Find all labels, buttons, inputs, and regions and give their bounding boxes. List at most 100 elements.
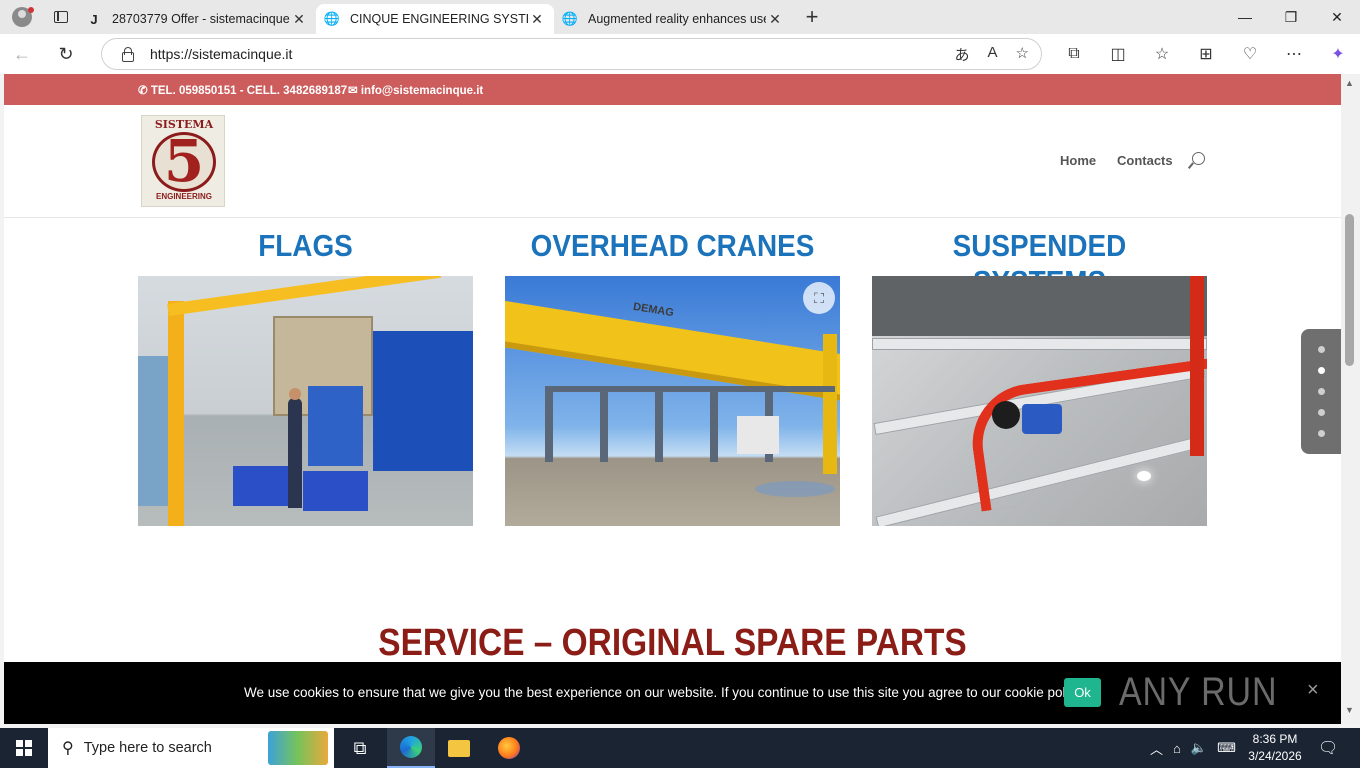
tab-offer[interactable]: J 28703779 Offer - sistemacinque-it ✕ [78, 4, 316, 34]
tab-augmented-reality[interactable]: 🌐 Augmented reality enhances user ✕ [554, 4, 792, 34]
phone-text: TEL. 059850151 - CELL. 3482689187 [150, 85, 348, 97]
nav-contacts[interactable]: Contacts [1117, 153, 1173, 168]
url-text[interactable]: https://sistemacinque.it [150, 46, 292, 62]
profile-avatar[interactable] [0, 0, 44, 34]
extensions-icon[interactable]: ⧉ [1052, 45, 1096, 63]
scroll-down-arrow[interactable]: ▼ [1345, 705, 1354, 715]
clock-time: 8:36 PM [1252, 732, 1298, 746]
network-icon[interactable]: ⌂ [1173, 741, 1181, 756]
taskbar-search[interactable]: ⚲ Type here to search [48, 728, 334, 768]
logo-number: 5 [163, 127, 205, 195]
split-screen-icon[interactable]: ◫ [1096, 44, 1140, 64]
email-info[interactable]: ✉ info@sistemacinque.it [348, 83, 483, 97]
edge-taskbar-icon[interactable] [387, 728, 435, 768]
photo-worker [288, 398, 302, 508]
cookie-banner: We use cookies to ensure that we give yo… [4, 662, 1341, 724]
windows-logo-icon [16, 740, 32, 756]
flags-photo[interactable] [138, 276, 473, 526]
photo-puddle [755, 481, 835, 497]
keyboard-icon[interactable]: ⌨ [1217, 740, 1236, 756]
photo-frame-post [545, 392, 553, 462]
suspended-systems-photo[interactable] [872, 276, 1207, 526]
photo-lamp [1137, 471, 1151, 481]
translate-icon[interactable]: あ [955, 44, 970, 65]
tab-favicon: J [90, 11, 98, 27]
refresh-button[interactable]: ↻ [44, 34, 88, 74]
photo-motor [992, 401, 1020, 429]
image-zoom-icon[interactable]: ⛶ [803, 282, 835, 314]
task-view-icon[interactable]: ⧉ [336, 728, 384, 768]
close-window-button[interactable]: ✕ [1314, 0, 1360, 34]
new-tab-button[interactable]: + [792, 4, 832, 30]
cookie-close-button[interactable]: × [1307, 679, 1319, 702]
email-text[interactable]: info@sistemacinque.it [361, 85, 483, 97]
photo-frame-post [600, 392, 608, 462]
system-tray: ︿ ⌂ 🔈 ⌨ [1150, 728, 1236, 768]
back-button[interactable]: ← [0, 34, 44, 74]
tab-actions-button[interactable] [44, 0, 78, 34]
minimize-button[interactable]: — [1222, 0, 1268, 34]
taskbar-search-placeholder: Type here to search [83, 740, 212, 756]
taskbar-clock[interactable]: 8:36 PM 3/24/2026 [1244, 731, 1306, 765]
service-heading: SERVICE – ORIGINAL SPARE PARTS [378, 622, 967, 664]
scrollbar-thumb[interactable] [1345, 214, 1354, 366]
photo-red-post [1190, 276, 1204, 456]
search-icon: ⚲ [62, 740, 74, 757]
photo-frame-post [655, 392, 663, 462]
page-scrollbar[interactable]: ▲ ▼ [1341, 74, 1360, 724]
tab-title: 28703779 Offer - sistemacinque-it [112, 12, 290, 26]
volume-icon[interactable]: 🔈 [1191, 740, 1207, 756]
search-icon[interactable] [1188, 152, 1206, 170]
photo-cart [233, 466, 293, 506]
file-explorer-icon[interactable] [435, 728, 483, 768]
anyrun-watermark: ANY RUN [1119, 670, 1278, 714]
slider-dot[interactable] [1318, 430, 1325, 437]
beam-brand-text: DEMAG [632, 300, 675, 320]
notification-dot [28, 7, 34, 13]
copilot-icon[interactable]: ✦ [1316, 44, 1360, 64]
photo-blue-wall [373, 331, 473, 471]
browser-tab-bar: J 28703779 Offer - sistemacinque-it ✕ 🌐 … [0, 0, 1360, 34]
more-menu-icon[interactable]: ⋯ [1272, 44, 1316, 64]
collections-icon[interactable]: ⊞ [1184, 44, 1228, 64]
search-highlight-image [268, 731, 328, 765]
photo-machine [308, 386, 363, 466]
site-logo[interactable]: SISTEMA 5 ENGINEERING [141, 115, 225, 207]
favorite-star-icon[interactable]: ☆ [1016, 44, 1029, 65]
start-button[interactable] [0, 728, 48, 768]
slider-dot[interactable] [1318, 346, 1325, 353]
read-aloud-icon[interactable]: A [988, 44, 998, 65]
photo-worker-head [289, 388, 301, 400]
column-title-flags: FLAGS [258, 228, 353, 263]
address-bar[interactable]: https://sistemacinque.it あ A ☆ [101, 38, 1042, 70]
browser-essentials-icon[interactable]: ♡ [1228, 44, 1272, 64]
edge-icon [400, 736, 422, 758]
firefox-icon [498, 737, 520, 759]
close-tab-icon[interactable]: ✕ [766, 11, 784, 28]
nav-home[interactable]: Home [1060, 153, 1096, 168]
slider-dot-nav [1301, 329, 1341, 454]
cookie-message: We use cookies to ensure that we give yo… [244, 685, 1085, 700]
lock-icon[interactable] [120, 47, 134, 62]
photo-cart [303, 471, 368, 511]
slider-dot[interactable] [1318, 409, 1325, 416]
browser-toolbar-icons: ⧉ ◫ ☆ ⊞ ♡ ⋯ ✦ [1052, 34, 1360, 74]
cookie-ok-button[interactable]: Ok [1064, 678, 1101, 707]
restore-button[interactable]: ❐ [1268, 0, 1314, 34]
photo-ceiling [872, 276, 1207, 336]
overhead-cranes-photo[interactable]: DEMAG ⛶ [505, 276, 840, 526]
firefox-taskbar-icon[interactable] [485, 728, 533, 768]
contact-topbar: ✆ TEL. 059850151 - CELL. 3482689187 ✉ in… [4, 74, 1341, 105]
favorites-icon[interactable]: ☆ [1140, 44, 1184, 64]
globe-icon: 🌐 [323, 11, 341, 26]
photo-crane-pillar [168, 301, 184, 526]
close-tab-icon[interactable]: ✕ [528, 11, 546, 28]
tab-cinque-engineering[interactable]: 🌐 CINQUE ENGINEERING SYSTEM | S ✕ [316, 4, 554, 34]
slider-dot-active[interactable] [1318, 367, 1325, 374]
address-bar-actions: あ A ☆ [955, 44, 1029, 65]
scroll-up-arrow[interactable]: ▲ [1345, 78, 1354, 88]
close-tab-icon[interactable]: ✕ [290, 11, 308, 28]
slider-dot[interactable] [1318, 388, 1325, 395]
tray-chevron-icon[interactable]: ︿ [1150, 739, 1163, 758]
notification-center-icon[interactable]: 🗨 [1318, 738, 1338, 758]
